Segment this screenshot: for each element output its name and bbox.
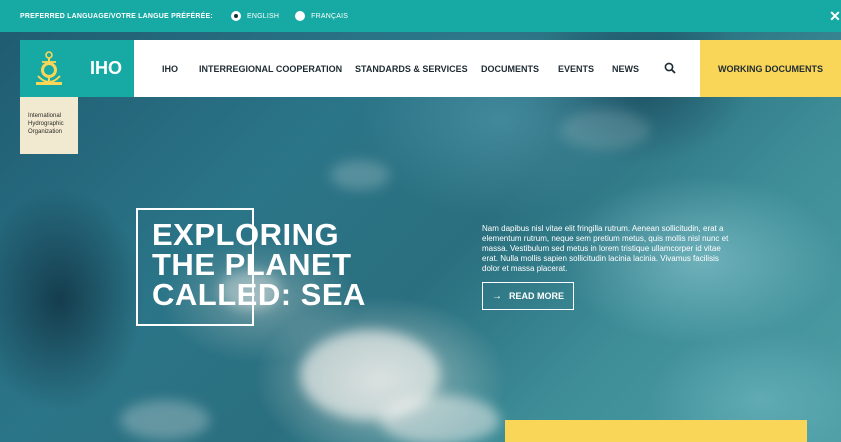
org-name-line: Hydrographic bbox=[28, 121, 64, 127]
language-option-label: FRANÇAIS bbox=[311, 12, 349, 20]
read-more-label: READ MORE bbox=[508, 291, 564, 301]
organization-name: International Hydrographic Organization bbox=[20, 97, 78, 154]
wave-foam bbox=[380, 395, 500, 442]
read-more-button[interactable]: → READ MORE bbox=[482, 282, 574, 310]
language-option-english[interactable]: ENGLISH bbox=[230, 11, 280, 21]
radio-selected-icon[interactable] bbox=[230, 11, 241, 21]
nav-item-events[interactable]: EVENTS bbox=[558, 64, 594, 74]
iho-emblem-icon bbox=[36, 50, 62, 85]
brand-name[interactable]: IHO bbox=[78, 40, 134, 97]
wave-foam bbox=[560, 110, 650, 150]
yellow-panel bbox=[505, 420, 807, 442]
hero-lead-text: Nam dapibus nisl vitae elit fringilla ru… bbox=[482, 224, 729, 273]
nav-item-iho[interactable]: IHO bbox=[162, 64, 178, 74]
headline-line: THE PLANET bbox=[152, 247, 352, 282]
language-option-french[interactable]: FRANÇAIS bbox=[295, 11, 348, 21]
working-documents-button[interactable]: WORKING DOCUMENTS bbox=[700, 40, 841, 97]
headline-line: CALLED: SEA bbox=[152, 277, 366, 312]
hero-headline: EXPLORING THE PLANET CALLED: SEA bbox=[152, 217, 366, 312]
nav-item-documents[interactable]: DOCUMENTS bbox=[481, 64, 539, 74]
main-navigation: IHO INTERREGIONAL COOPERATION STANDARDS … bbox=[134, 40, 700, 97]
close-icon[interactable]: ✕ bbox=[829, 8, 841, 25]
org-name-line: International bbox=[28, 113, 62, 119]
headline-line: EXPLORING bbox=[152, 217, 340, 252]
arrow-right-icon: → bbox=[491, 290, 502, 302]
nav-item-interregional-cooperation[interactable]: INTERREGIONAL COOPERATION bbox=[199, 64, 342, 74]
wave-foam bbox=[330, 160, 390, 190]
nav-item-news[interactable]: NEWS bbox=[612, 64, 639, 74]
logo[interactable] bbox=[20, 40, 78, 97]
org-name-line: Organization bbox=[28, 129, 63, 135]
language-preference-label: PREFERRED LANGUAGE/VOTRE LANGUE PRÉFÉRÉE… bbox=[20, 12, 213, 20]
radio-unselected-icon[interactable] bbox=[295, 11, 306, 21]
search-icon[interactable] bbox=[664, 62, 676, 74]
wave-foam bbox=[120, 400, 210, 440]
language-option-label: ENGLISH bbox=[246, 12, 280, 20]
nav-item-standards-services[interactable]: STANDARDS & SERVICES bbox=[355, 64, 468, 74]
language-bar: PREFERRED LANGUAGE/VOTRE LANGUE PRÉFÉRÉE… bbox=[0, 0, 841, 32]
